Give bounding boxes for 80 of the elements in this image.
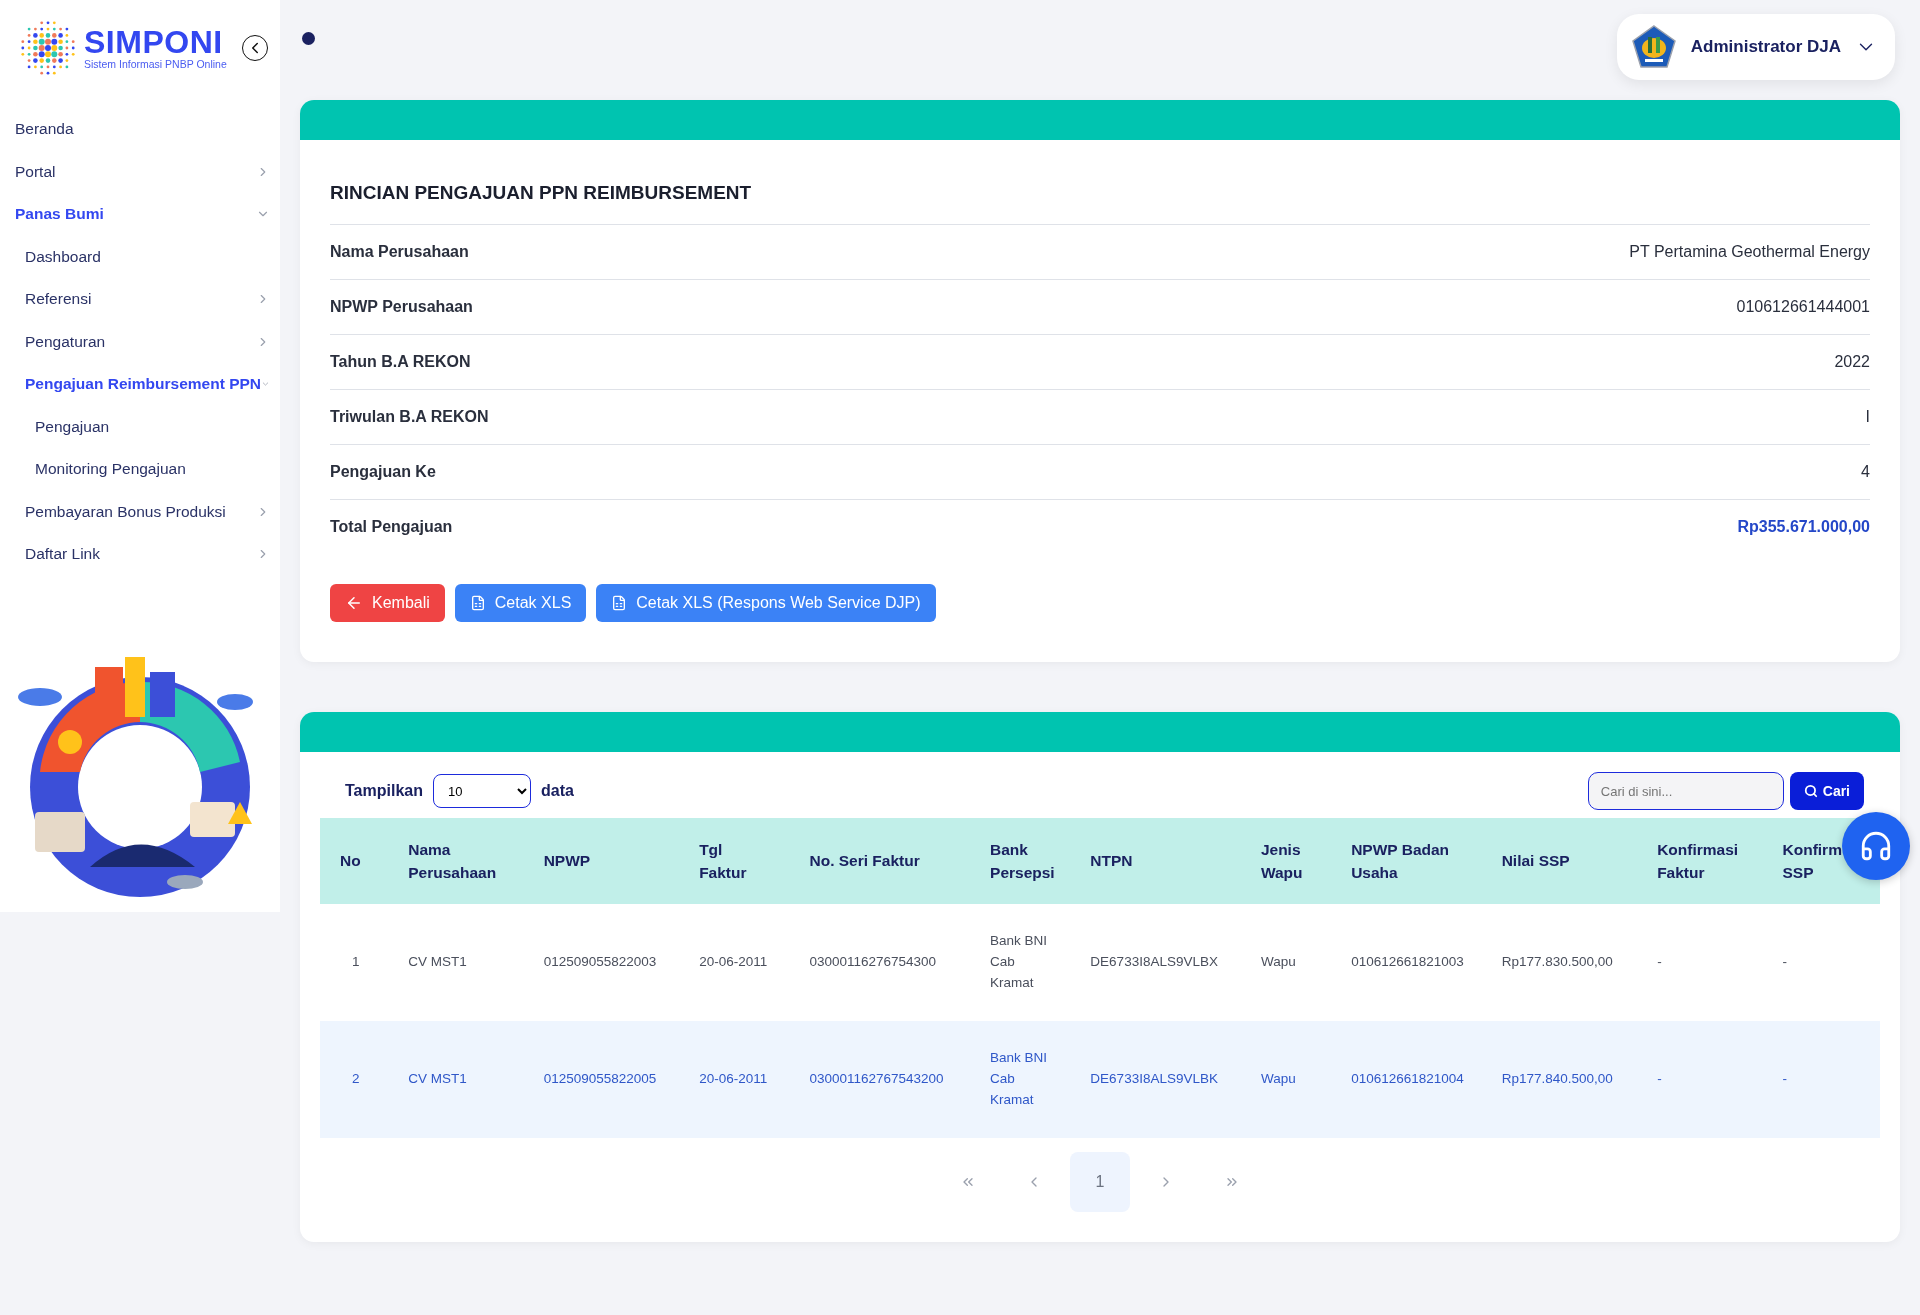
table-cell: 030001162767543200 <box>791 1021 973 1138</box>
sidebar-item[interactable]: Monitoring Pengajuan <box>0 448 280 491</box>
export-xls-button[interactable]: Cetak XLS <box>454 584 587 622</box>
sidebar-item[interactable]: Daftar Link <box>0 533 280 576</box>
field-label: Total Pengajuan <box>330 518 453 536</box>
table-cell: 012509055822005 <box>525 1021 682 1138</box>
field-value: PT Pertamina Geothermal Energy <box>1629 243 1870 261</box>
sidebar-item[interactable]: Pembayaran Bonus Produksi <box>0 490 280 533</box>
logo-subtitle: Sistem Informasi PNBP Online <box>84 58 227 70</box>
column-header: Tgl Faktur <box>681 818 792 904</box>
column-header: Nama Perusahaan <box>390 818 526 904</box>
page-size-select[interactable]: 10 <box>432 774 531 808</box>
column-header: Konfirmasi Faktur <box>1639 818 1765 904</box>
table-cell: - <box>1639 1021 1765 1138</box>
user-menu-button[interactable]: Administrator DJA <box>1616 14 1895 80</box>
sidebar-item[interactable]: Pengaturan <box>0 320 280 363</box>
table-cell: Rp177.840.500,00 <box>1483 1021 1640 1138</box>
show-label: Tampilkan <box>345 782 423 800</box>
field-label: Tahun B.A REKON <box>330 353 471 371</box>
table-cell: DE6733I8ALS9VLBK <box>1072 1021 1243 1138</box>
column-header: NPWP Badan Usaha <box>1333 818 1484 904</box>
field-label: Nama Perusahaan <box>330 243 469 261</box>
table-cell: 1 <box>320 904 391 1021</box>
logo-title: SIMPONI <box>84 26 224 58</box>
table-cell: - <box>1639 904 1765 1021</box>
sidebar-item[interactable]: Beranda <box>0 108 280 151</box>
field-value: Rp355.671.000,00 <box>1737 518 1870 536</box>
column-header: NTPN <box>1072 818 1243 904</box>
show-suffix: data <box>540 782 574 800</box>
table-cell: - <box>1764 904 1880 1021</box>
headset-icon <box>1859 829 1893 863</box>
table-cell: Bank BNI Cab Kramat <box>972 1021 1073 1138</box>
table-cell: - <box>1764 1021 1880 1138</box>
table-cell: DE6733I8ALS9VLBX <box>1072 904 1243 1021</box>
page-button[interactable]: 1 <box>1070 1152 1130 1212</box>
emblem-icon <box>1630 24 1677 70</box>
help-button[interactable] <box>1842 812 1910 880</box>
field-value: 010612661444001 <box>1736 298 1870 316</box>
file-icon <box>611 595 628 611</box>
table-cell: Wapu <box>1242 1021 1334 1138</box>
search-field[interactable]: Cari di sini... <box>1587 772 1784 810</box>
back-button[interactable]: Kembali <box>330 584 445 622</box>
table-cell: 2 <box>320 1021 391 1138</box>
sidebar-item[interactable]: Panas Bumi <box>0 193 280 236</box>
sidebar-item[interactable]: Referensi <box>0 278 280 321</box>
table-cell: CV MST1 <box>390 1021 526 1138</box>
logo-icon <box>18 18 78 78</box>
column-header: Nilai SSP <box>1483 818 1640 904</box>
field-value: 2022 <box>1834 353 1870 371</box>
sidebar-item[interactable]: Dashboard <box>0 235 280 278</box>
table-cell: 010612661821003 <box>1333 904 1484 1021</box>
column-header: No <box>320 818 391 904</box>
status-dot <box>302 32 315 45</box>
file-icon <box>469 595 486 611</box>
table-cell: 20-06-2011 <box>681 904 792 1021</box>
column-header: No. Seri Faktur <box>791 818 973 904</box>
column-header: Bank Persepsi <box>972 818 1073 904</box>
field-value: 4 <box>1861 463 1870 481</box>
detail-title: RINCIAN PENGAJUAN PPN REIMBURSEMENT <box>330 182 753 204</box>
sidebar-item[interactable]: Pengajuan Reimbursement PPN <box>0 363 280 406</box>
table-cell: 012509055822003 <box>525 904 682 1021</box>
search-button[interactable]: Cari <box>1789 772 1864 810</box>
table-cell: 010612661821004 <box>1333 1021 1484 1138</box>
sidebar-item[interactable]: Pengajuan <box>0 405 280 448</box>
export-xls-button[interactable]: Cetak XLS (Respons Web Service DJP) <box>596 584 936 622</box>
table-cell: Wapu <box>1242 904 1334 1021</box>
column-header: NPWP <box>525 818 682 904</box>
field-label: Pengajuan Ke <box>330 463 436 481</box>
column-header: Jenis Wapu <box>1242 818 1334 904</box>
table-cell: CV MST1 <box>390 904 526 1021</box>
search-icon <box>1803 784 1818 798</box>
field-label: Triwulan B.A REKON <box>330 408 489 426</box>
collapse-sidebar-button[interactable] <box>242 35 268 61</box>
table-cell: 20-06-2011 <box>681 1021 792 1138</box>
table-cell: 03000116276754300 <box>791 904 973 1021</box>
field-label: NPWP Perusahaan <box>330 298 473 316</box>
table-cell: Bank BNI Cab Kramat <box>972 904 1073 1021</box>
table-cell: Rp177.830.500,00 <box>1483 904 1640 1021</box>
field-value: I <box>1865 408 1870 426</box>
sidebar-item[interactable]: Portal <box>0 150 280 193</box>
